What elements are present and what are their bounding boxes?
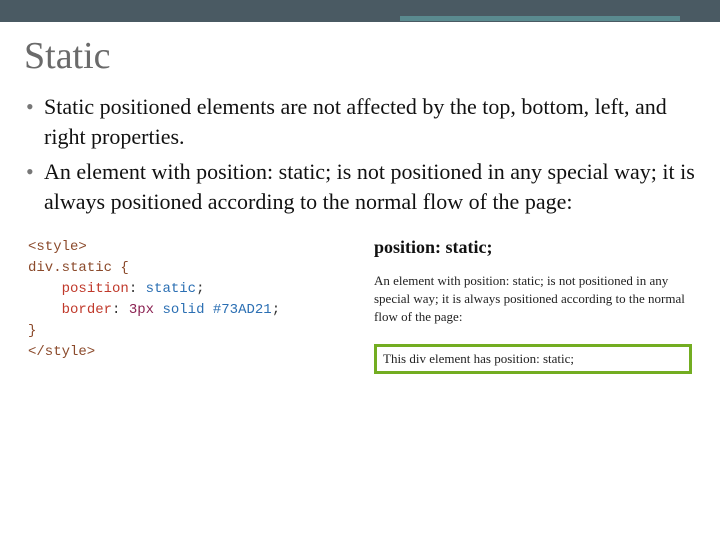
preview-static-box: This div element has position: static; bbox=[374, 344, 692, 374]
code-selector: div.static { bbox=[28, 260, 129, 276]
code-block: <style> div.static { position: static; b… bbox=[28, 237, 346, 375]
code-prop: position bbox=[62, 281, 129, 297]
code-tag-open: <style> bbox=[28, 239, 87, 255]
lower-section: <style> div.static { position: static; b… bbox=[24, 237, 696, 375]
slide-topbar bbox=[0, 0, 720, 22]
bullet-item: An element with position: static; is not… bbox=[26, 157, 696, 216]
preview-block: position: static; An element with positi… bbox=[374, 237, 692, 375]
code-prop: border bbox=[62, 302, 112, 318]
slide-content: Static Static positioned elements are no… bbox=[0, 22, 720, 374]
code-value: 3px bbox=[129, 302, 154, 318]
preview-text: An element with position: static; is not… bbox=[374, 272, 692, 327]
code-brace: } bbox=[28, 323, 36, 339]
code-value: solid #73AD21 bbox=[162, 302, 271, 318]
preview-heading: position: static; bbox=[374, 237, 692, 258]
bullet-item: Static positioned elements are not affec… bbox=[26, 92, 696, 151]
code-value: static bbox=[146, 281, 196, 297]
slide-title: Static bbox=[24, 34, 696, 78]
code-tag-close: </style> bbox=[28, 344, 95, 360]
bullet-list: Static positioned elements are not affec… bbox=[24, 92, 696, 217]
